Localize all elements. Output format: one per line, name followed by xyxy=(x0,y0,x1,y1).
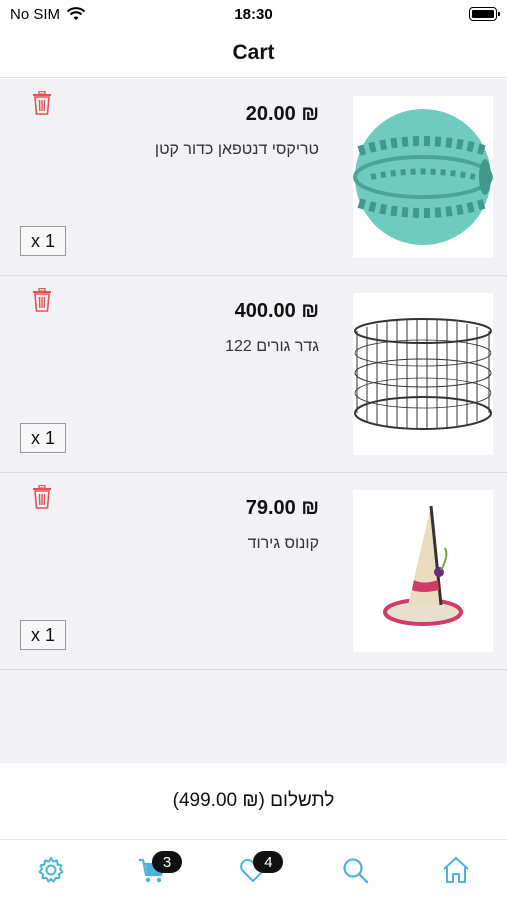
cart-list: ₪ 20.00 טריקסי דנטפאן כדור קטן x 1 ₪ 400… xyxy=(0,79,507,763)
product-image[interactable] xyxy=(353,490,493,652)
gear-icon xyxy=(38,857,64,883)
checkout-total-button[interactable]: לתשלום (₪ 499.00) xyxy=(0,763,507,840)
product-image[interactable] xyxy=(353,96,493,258)
quantity-selector[interactable]: x 1 xyxy=(20,226,66,256)
nav-bar: Cart xyxy=(0,28,507,78)
item-price: ₪ 400.00 xyxy=(234,300,319,322)
tab-bar: 3 4 xyxy=(0,840,507,900)
item-name: קונוס גירוד xyxy=(247,535,319,552)
trash-icon[interactable] xyxy=(32,91,52,115)
cat-scratch-cone-icon xyxy=(383,505,463,626)
cart-item[interactable]: ₪ 20.00 טריקסי דנטפאן כדור קטן x 1 xyxy=(0,79,507,276)
quantity-selector[interactable]: x 1 xyxy=(20,423,66,453)
favorites-badge: 4 xyxy=(253,851,284,873)
tab-favorites[interactable]: 4 xyxy=(223,845,284,895)
quantity-selector[interactable]: x 1 xyxy=(20,620,66,650)
page-title: Cart xyxy=(232,40,275,64)
trash-icon[interactable] xyxy=(32,485,52,509)
cart-item[interactable]: ₪ 400.00 גדר גורים 122 x 1 xyxy=(0,276,507,473)
item-name: טריקסי דנטפאן כדור קטן xyxy=(154,141,319,158)
home-icon xyxy=(443,857,469,883)
battery-icon xyxy=(469,7,500,21)
tab-cart[interactable]: 3 xyxy=(122,845,183,895)
tab-home[interactable] xyxy=(426,845,486,895)
wifi-icon xyxy=(66,7,86,20)
dental-ball-toy-icon xyxy=(353,109,493,245)
item-price: ₪ 79.00 xyxy=(245,497,319,519)
cart-badge: 3 xyxy=(152,851,183,873)
puppy-fence-icon xyxy=(354,318,492,430)
status-bar: No SIM 18:30 xyxy=(0,0,507,28)
product-image[interactable] xyxy=(353,293,493,455)
cart-item[interactable]: ₪ 79.00 קונוס גירוד x 1 xyxy=(0,473,507,670)
search-icon xyxy=(343,858,369,884)
tab-search[interactable] xyxy=(325,845,385,895)
item-price: ₪ 20.00 xyxy=(245,103,319,125)
tab-settings[interactable] xyxy=(21,845,81,895)
trash-icon[interactable] xyxy=(32,288,52,312)
total-label: לתשלום (₪ 499.00) xyxy=(172,790,335,811)
carrier-label: No SIM xyxy=(10,5,61,23)
status-left: No SIM xyxy=(10,6,86,23)
item-name: גדר גורים 122 xyxy=(225,338,319,355)
